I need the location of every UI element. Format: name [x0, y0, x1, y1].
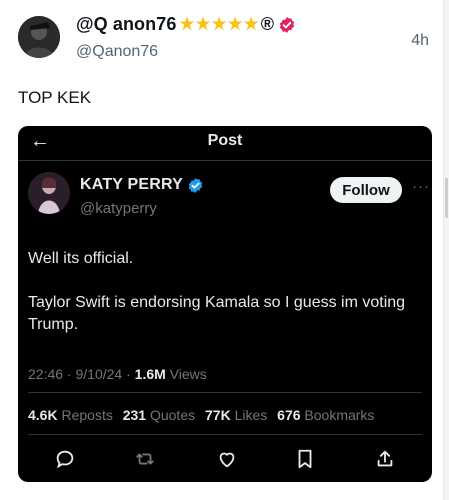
tweet-date: 9/10/24	[75, 366, 123, 382]
separator: ·	[122, 366, 135, 382]
registered-mark: ®	[260, 14, 274, 34]
quotes-label: Quotes	[149, 407, 196, 423]
likes-count: 77K	[205, 407, 231, 423]
follow-button: Follow	[330, 177, 402, 203]
share-icon	[374, 448, 396, 470]
embed-title: Post	[207, 132, 243, 149]
embedded-avatar	[28, 172, 70, 214]
tweet-meta: 22:46 · 9/10/24 · 1.6M Views	[28, 366, 207, 382]
divider	[18, 160, 432, 161]
star-badges: ★ ★ ★ ★ ★	[178, 14, 260, 35]
post: @Q anon76 ★ ★ ★ ★ ★ ® @Qanon76 4h TOP KE…	[0, 0, 443, 500]
likes-label: Likes	[234, 407, 268, 423]
embedded-tweet-line: Taylor Swift is endorsing Kamala so I gu…	[28, 294, 406, 333]
action-bar	[18, 444, 432, 474]
like-icon	[216, 448, 238, 470]
embedded-tweet-line: Well its official.	[28, 250, 134, 267]
quotes-count: 231	[122, 407, 147, 423]
avatar[interactable]	[18, 16, 60, 58]
tweet-time: 22:46	[28, 366, 64, 382]
views-label: Views	[165, 366, 207, 382]
embedded-author-handle: @katyperry	[80, 200, 157, 217]
embedded-author-row: KATY PERRY	[80, 176, 204, 194]
avatar-image	[18, 16, 60, 58]
verified-check-icon	[188, 177, 203, 193]
post-timestamp[interactable]: 4h	[411, 32, 429, 50]
reposts-count: 4.6K	[28, 407, 58, 423]
display-name[interactable]: @Q anon76	[76, 14, 176, 35]
author-name-row: @Q anon76 ★ ★ ★ ★ ★ ®	[76, 14, 296, 35]
scrollbar[interactable]	[443, 0, 449, 500]
star-icon: ★	[194, 14, 212, 35]
verified-badge-icon	[279, 16, 295, 33]
divider	[28, 434, 422, 435]
embedded-avatar-image	[28, 172, 70, 214]
star-icon: ★	[242, 14, 260, 35]
star-icon: ★	[210, 14, 228, 35]
views-count: 1.6M	[134, 366, 166, 382]
reposts-label: Reposts	[61, 407, 113, 423]
engagement-stats: 4.6K Reposts 231 Quotes 77K Likes 676 Bo…	[28, 407, 374, 423]
reply-icon	[54, 448, 76, 470]
embedded-author-name: KATY PERRY	[80, 176, 184, 193]
bookmarks-count: 676	[277, 407, 301, 423]
separator: ·	[63, 366, 76, 382]
star-icon: ★	[226, 14, 244, 35]
bookmark-icon	[294, 448, 316, 470]
post-text: TOP KEK	[18, 88, 92, 107]
more-options-icon: ···	[412, 178, 430, 195]
repost-icon	[134, 448, 156, 470]
divider	[28, 392, 422, 393]
author-handle[interactable]: @Qanon76	[76, 43, 158, 61]
scrollbar-thumb[interactable]	[445, 178, 448, 218]
bookmarks-label: Bookmarks	[304, 407, 375, 423]
star-icon: ★	[178, 14, 196, 35]
embedded-post-image[interactable]: ← Post KATY PERRY @katyperry Follow ··· …	[18, 126, 432, 482]
embed-topbar: ← Post	[18, 126, 432, 158]
